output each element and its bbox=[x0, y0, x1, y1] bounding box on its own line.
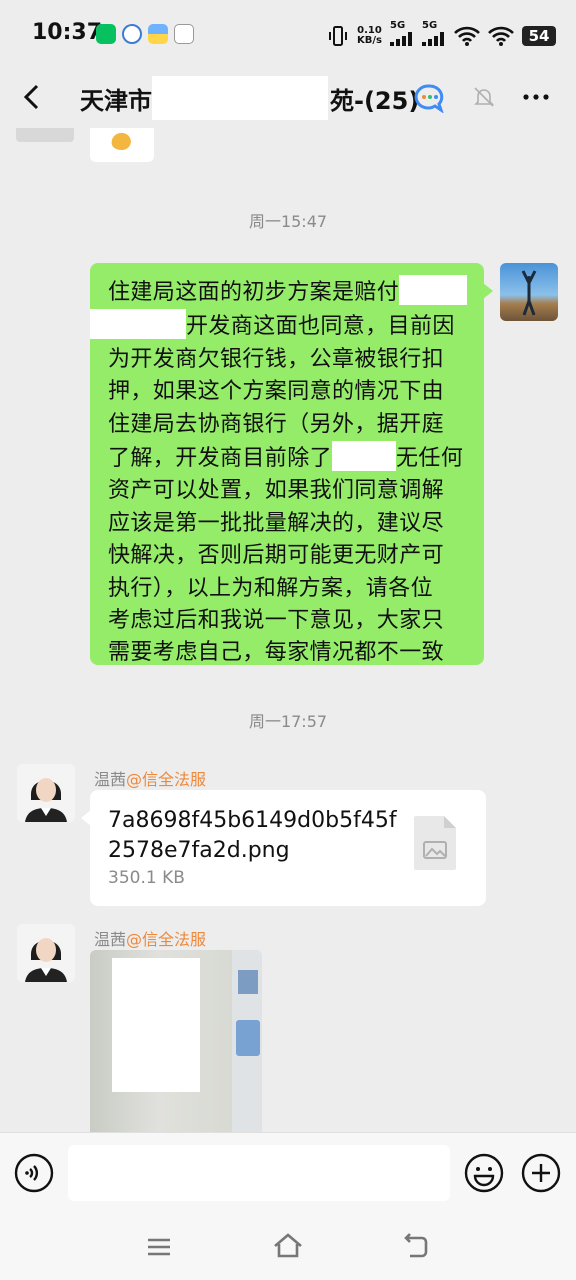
app-notification-icon bbox=[122, 24, 142, 44]
image-content bbox=[236, 1020, 260, 1056]
my-avatar[interactable] bbox=[500, 263, 558, 321]
sender-avatar[interactable] bbox=[17, 764, 75, 822]
image-file-icon bbox=[414, 816, 456, 870]
file-size: 350.1 KB bbox=[108, 868, 185, 888]
net-speed: 0.10 KB/s bbox=[357, 24, 382, 46]
signal-strength-2: 5G bbox=[422, 21, 446, 50]
chat-title-suffix: 苑-(25) bbox=[330, 87, 420, 115]
vibrate-icon bbox=[329, 25, 348, 46]
system-navigation-bar bbox=[0, 1214, 576, 1280]
status-time: 10:37 bbox=[32, 20, 103, 45]
sent-message-bubble[interactable]: 住建局这面的初步方案是赔付 开发商这面也同意，目前因 为开发商欠银行钱，公章被银… bbox=[90, 263, 493, 665]
image-content bbox=[238, 970, 258, 994]
sender-name: 温茜@信全法服 bbox=[94, 930, 207, 949]
message-bubble[interactable] bbox=[90, 128, 154, 162]
chat-message-list[interactable]: 周一15:47 住建局这面的初步方案是赔付 开发商这面也同意，目前因 为开发商欠… bbox=[0, 128, 576, 1132]
message-timestamp: 周一15:47 bbox=[248, 212, 328, 231]
redaction-block bbox=[90, 309, 186, 340]
avatar[interactable] bbox=[16, 128, 74, 142]
status-notification-icons bbox=[96, 24, 194, 44]
person-portrait-icon bbox=[17, 764, 75, 822]
emoji-button[interactable] bbox=[464, 1153, 504, 1193]
wechat-notification-icon bbox=[96, 24, 116, 44]
image-message[interactable] bbox=[90, 950, 262, 1132]
status-right-group: 0.10 KB/s 5G 5G 54 bbox=[327, 21, 556, 50]
redaction-block bbox=[332, 441, 397, 472]
signal-bars-icon bbox=[422, 32, 444, 46]
sticker-icon bbox=[111, 132, 131, 150]
sender-avatar[interactable] bbox=[17, 924, 75, 982]
chat-title: 天津市 bbox=[80, 87, 152, 115]
more-functions-plus-button[interactable] bbox=[521, 1153, 561, 1193]
file-name: 7a8698f45b6149d0b5f45f2578e7fa2d.png bbox=[108, 808, 397, 863]
home-nav-icon[interactable] bbox=[272, 1230, 304, 1262]
menu-nav-icon[interactable] bbox=[144, 1232, 174, 1262]
sender-name: 温茜@信全法服 bbox=[94, 770, 207, 789]
redaction-block bbox=[112, 958, 200, 1092]
card-notification-icon bbox=[148, 24, 168, 44]
voice-input-button[interactable] bbox=[14, 1153, 54, 1193]
group-chat-badge-icon bbox=[414, 84, 444, 113]
person-portrait-icon bbox=[17, 924, 75, 982]
file-message-card[interactable]: 7a8698f45b6149d0b5f45f2578e7fa2d.png 350… bbox=[81, 790, 486, 906]
signal-strength-1: 5G bbox=[390, 21, 414, 50]
back-arrow-icon[interactable] bbox=[18, 82, 48, 112]
person-silhouette-icon bbox=[521, 270, 537, 316]
message-text-input[interactable] bbox=[68, 1145, 450, 1201]
mute-bell-icon bbox=[474, 87, 494, 107]
battery-level: 54 bbox=[522, 25, 556, 46]
wifi-icon bbox=[488, 26, 514, 46]
message-input-bar bbox=[0, 1132, 576, 1214]
message-timestamp: 周一17:57 bbox=[248, 712, 328, 731]
chat-header: 天津市 苑-(25) bbox=[0, 66, 576, 128]
calendar-notification-icon bbox=[174, 24, 194, 44]
redaction-block bbox=[399, 275, 468, 305]
back-nav-icon[interactable] bbox=[400, 1231, 430, 1261]
wifi-icon bbox=[454, 26, 480, 46]
signal-bars-icon bbox=[390, 32, 412, 46]
more-options-icon[interactable] bbox=[520, 84, 552, 110]
status-bar: 10:37 0.10 KB/s 5G 5G 54 bbox=[0, 0, 576, 66]
redaction-block bbox=[152, 76, 328, 120]
